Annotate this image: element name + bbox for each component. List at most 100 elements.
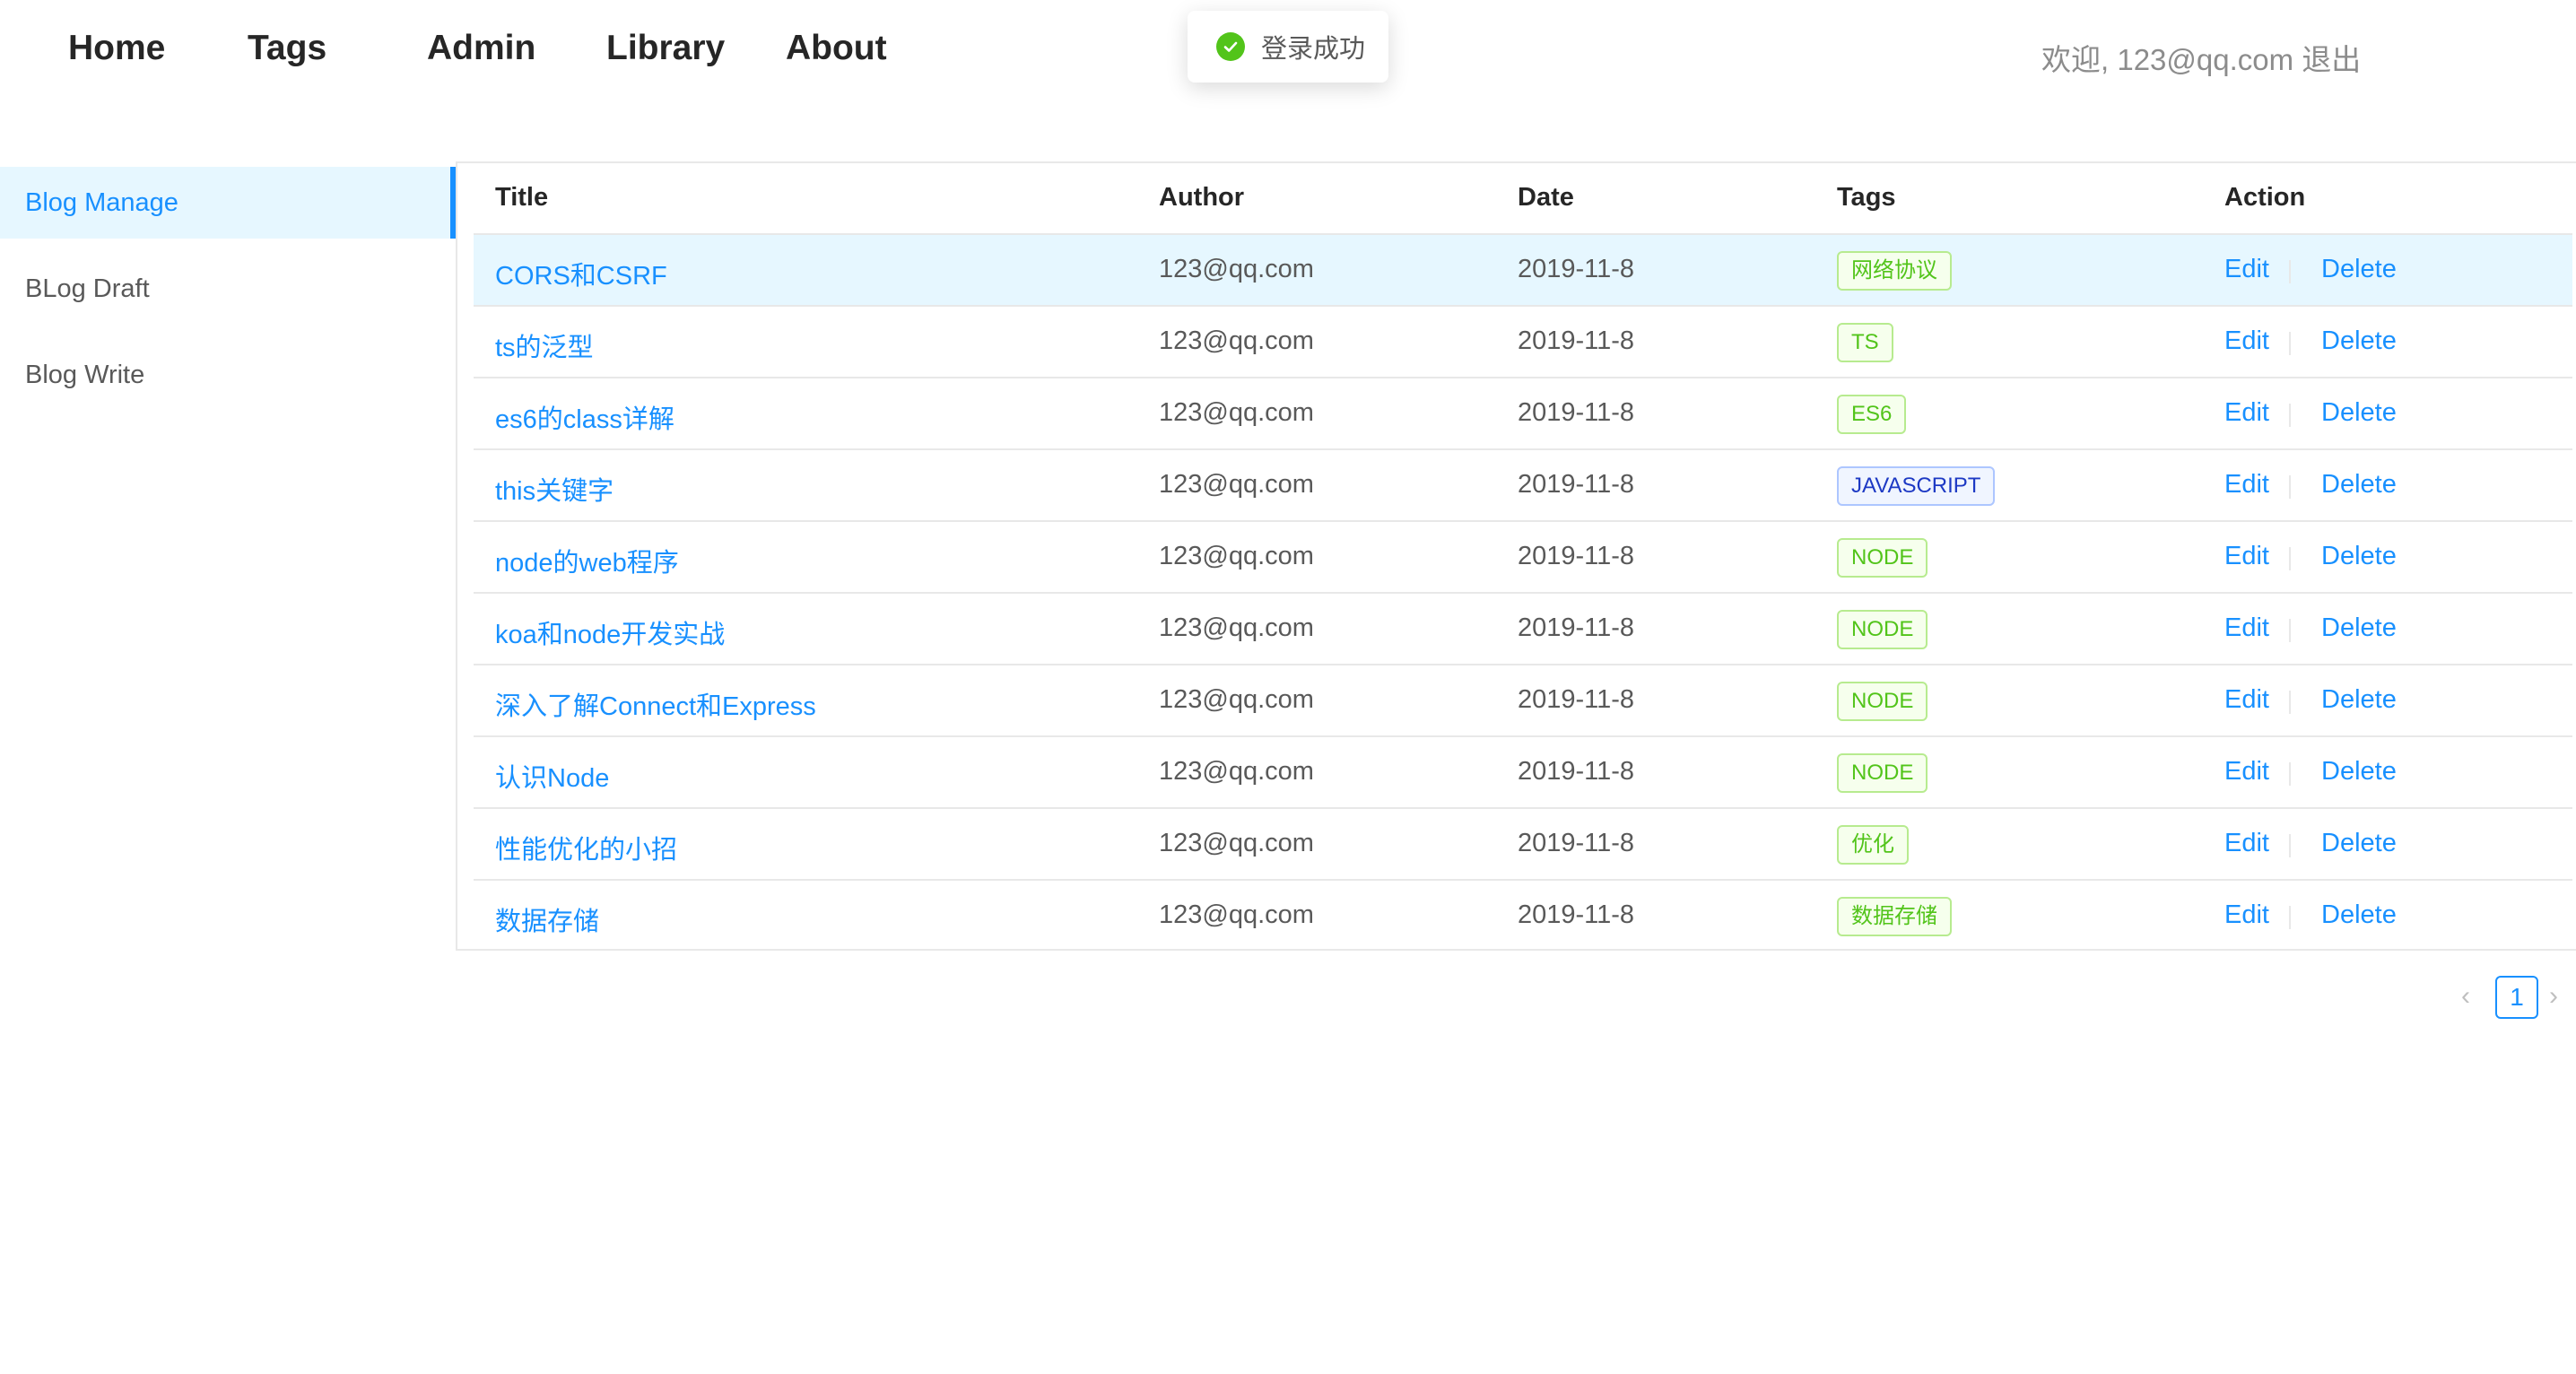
edit-button[interactable]: Edit xyxy=(2224,398,2269,428)
delete-button[interactable]: Delete xyxy=(2321,757,2397,787)
row-author: 123@qq.com xyxy=(1159,900,1314,929)
row-date: 2019-11-8 xyxy=(1518,829,1635,857)
edit-button[interactable]: Edit xyxy=(2224,829,2269,858)
edit-button[interactable]: Edit xyxy=(2224,900,2269,930)
row-author: 123@qq.com xyxy=(1159,613,1314,642)
action-divider xyxy=(2289,906,2291,929)
row-title-link[interactable]: es6的class详解 xyxy=(495,398,674,436)
row-tag: 优化 xyxy=(1837,825,1909,865)
action-divider xyxy=(2289,332,2291,355)
column-tags: Tags xyxy=(1837,183,1896,212)
delete-button[interactable]: Delete xyxy=(2321,326,2397,356)
row-date: 2019-11-8 xyxy=(1518,685,1635,714)
action-divider xyxy=(2289,475,2291,499)
nav-admin[interactable]: Admin xyxy=(427,29,535,68)
row-author: 123@qq.com xyxy=(1159,255,1314,283)
nav-library[interactable]: Library xyxy=(606,29,725,68)
action-divider xyxy=(2289,762,2291,786)
row-tag: 网络协议 xyxy=(1837,251,1952,291)
edit-button[interactable]: Edit xyxy=(2224,470,2269,500)
edit-button[interactable]: Edit xyxy=(2224,613,2269,643)
user-welcome: 欢迎, 123@qq.com 退出 xyxy=(2041,36,2361,79)
edit-button[interactable]: Edit xyxy=(2224,255,2269,284)
row-author: 123@qq.com xyxy=(1159,757,1314,786)
delete-button[interactable]: Delete xyxy=(2321,255,2397,284)
page: Home Tags Admin Library About 欢迎, 123@qq… xyxy=(0,0,2576,1374)
check-circle-icon xyxy=(1216,32,1245,61)
toast-text: 登录成功 xyxy=(1261,35,1366,64)
row-tag: ES6 xyxy=(1837,395,1907,434)
row-date: 2019-11-8 xyxy=(1518,613,1635,642)
row-author: 123@qq.com xyxy=(1159,326,1314,355)
delete-button[interactable]: Delete xyxy=(2321,829,2397,858)
toast-message: 登录成功 xyxy=(1188,11,1388,83)
table-row: CORS和CSRF 123@qq.com 2019-11-8 网络协议 Edit Dele… xyxy=(474,233,2572,305)
row-date: 2019-11-8 xyxy=(1518,757,1635,786)
row-author: 123@qq.com xyxy=(1159,470,1314,499)
table-row: ts的泛型 123@qq.com 2019-11-8 TS Edit Delete xyxy=(474,305,2572,377)
table-row: this关键字 123@qq.com 2019-11-8 JAVASCRIPT Edit… xyxy=(474,448,2572,520)
row-date: 2019-11-8 xyxy=(1518,255,1635,283)
delete-button[interactable]: Delete xyxy=(2321,613,2397,643)
sidebar-item-blog-write[interactable]: Blog Write xyxy=(0,339,456,411)
edit-button[interactable]: Edit xyxy=(2224,542,2269,571)
edit-button[interactable]: Edit xyxy=(2224,326,2269,356)
edit-button[interactable]: Edit xyxy=(2224,685,2269,715)
row-title-link[interactable]: 深入了解Connect和Express xyxy=(495,685,816,723)
row-title-link[interactable]: koa和node开发实战 xyxy=(495,613,725,651)
row-date: 2019-11-8 xyxy=(1518,900,1635,929)
row-title-link[interactable]: 认识Node xyxy=(495,757,609,795)
row-title-link[interactable]: ts的泛型 xyxy=(495,326,594,364)
table-row: 认识Node 123@qq.com 2019-11-8 NODE Edit Delete xyxy=(474,735,2572,807)
row-tag: 数据存储 xyxy=(1837,897,1952,936)
row-title-link[interactable]: CORS和CSRF xyxy=(495,255,667,292)
row-title-link[interactable]: this关键字 xyxy=(495,470,614,508)
row-tag: NODE xyxy=(1837,682,1928,721)
sidebar-item-blog-draft[interactable]: BLog Draft xyxy=(0,253,456,325)
delete-button[interactable]: Delete xyxy=(2321,900,2397,930)
delete-button[interactable]: Delete xyxy=(2321,685,2397,715)
table-row: es6的class详解 123@qq.com 2019-11-8 ES6 Edit Del… xyxy=(474,377,2572,448)
row-title-link[interactable]: 数据存储 xyxy=(495,900,599,938)
row-date: 2019-11-8 xyxy=(1518,470,1635,499)
row-author: 123@qq.com xyxy=(1159,542,1314,570)
column-date: Date xyxy=(1518,183,1574,212)
chevron-left-icon[interactable]: ‹ xyxy=(2461,981,2470,1012)
nav-tags[interactable]: Tags xyxy=(248,29,326,68)
row-author: 123@qq.com xyxy=(1159,398,1314,427)
delete-button[interactable]: Delete xyxy=(2321,398,2397,428)
blog-table: Title Author Date Tags Action CORS和CSRF 1… xyxy=(456,161,2576,951)
column-author: Author xyxy=(1159,183,1245,212)
logout-link[interactable]: 退出 xyxy=(2302,43,2361,76)
table-row: koa和node开发实战 123@qq.com 2019-11-8 NODE Edit D… xyxy=(474,592,2572,664)
column-title: Title xyxy=(495,183,549,212)
action-divider xyxy=(2289,404,2291,427)
nav-about[interactable]: About xyxy=(786,29,887,68)
action-divider xyxy=(2289,547,2291,570)
table-row: 性能优化的小招 123@qq.com 2019-11-8 优化 Edit Delete xyxy=(474,807,2572,879)
row-title-link[interactable]: node的web程序 xyxy=(495,542,679,579)
row-author: 123@qq.com xyxy=(1159,829,1314,857)
welcome-text: 欢迎, 123@qq.com xyxy=(2041,43,2294,76)
row-tag: NODE xyxy=(1837,610,1928,649)
delete-button[interactable]: Delete xyxy=(2321,542,2397,571)
row-title-link[interactable]: 性能优化的小招 xyxy=(495,829,677,866)
chevron-right-icon[interactable]: › xyxy=(2549,981,2558,1012)
row-author: 123@qq.com xyxy=(1159,685,1314,714)
row-tag: NODE xyxy=(1837,753,1928,793)
row-date: 2019-11-8 xyxy=(1518,542,1635,570)
table-row: node的web程序 123@qq.com 2019-11-8 NODE Edit Del… xyxy=(474,520,2572,592)
action-divider xyxy=(2289,619,2291,642)
page-number-current[interactable]: 1 xyxy=(2495,976,2538,1019)
edit-button[interactable]: Edit xyxy=(2224,757,2269,787)
column-action: Action xyxy=(2224,183,2306,212)
action-divider xyxy=(2289,691,2291,714)
sidebar-item-blog-manage[interactable]: Blog Manage xyxy=(0,167,456,239)
delete-button[interactable]: Delete xyxy=(2321,470,2397,500)
table-row: 数据存储 123@qq.com 2019-11-8 数据存储 Edit Delete xyxy=(474,879,2572,951)
action-divider xyxy=(2289,834,2291,857)
action-divider xyxy=(2289,260,2291,283)
table-row: 深入了解Connect和Express 123@qq.com 2019-11-8 NO… xyxy=(474,664,2572,735)
nav-home[interactable]: Home xyxy=(68,29,165,68)
row-date: 2019-11-8 xyxy=(1518,398,1635,427)
